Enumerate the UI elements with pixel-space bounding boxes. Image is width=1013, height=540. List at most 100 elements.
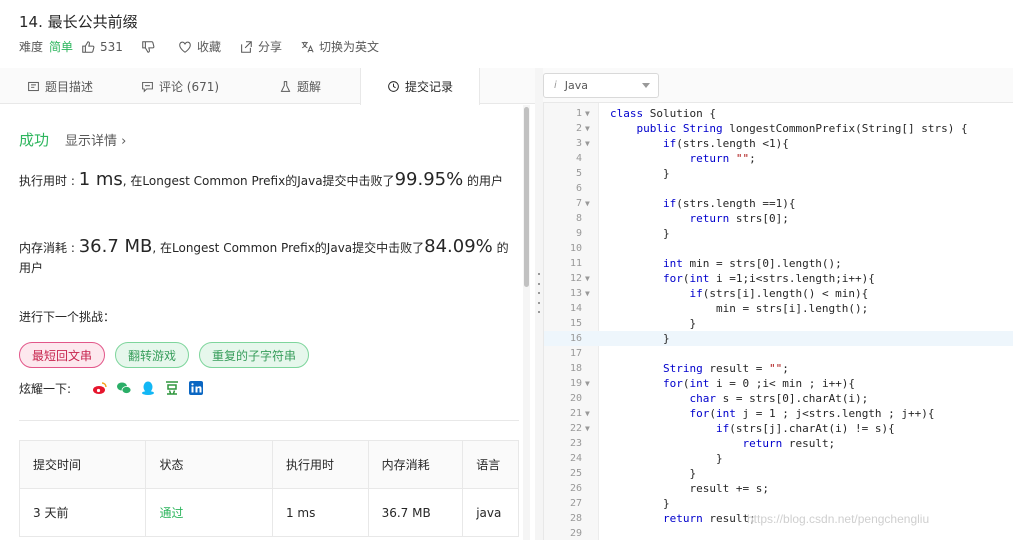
line-number: 12 (569, 273, 582, 284)
qq-icon[interactable] (139, 379, 157, 397)
challenge-list: 最短回文串 翻转游戏 重复的子字符串 (19, 342, 319, 368)
wechat-icon[interactable] (115, 379, 133, 397)
code-line[interactable]: 23 return result; (544, 436, 1013, 451)
code-text: } (610, 332, 670, 345)
thumbs-up-icon (82, 40, 95, 53)
code-line[interactable]: 29 (544, 526, 1013, 540)
line-number: 7 (575, 198, 582, 209)
caret-down-icon (642, 83, 650, 88)
share-button[interactable]: 分享 (239, 38, 282, 55)
line-number: 11 (569, 258, 582, 269)
code-line[interactable]: 4 return ""; (544, 151, 1013, 166)
code-line[interactable]: 8 return strs[0]; (544, 211, 1013, 226)
code-line[interactable]: 14 min = strs[i].length(); (544, 301, 1013, 316)
weibo-icon[interactable] (91, 379, 109, 397)
tab-submissions[interactable]: 提交记录 (360, 68, 480, 105)
code-line[interactable]: 17 (544, 346, 1013, 361)
code-line[interactable]: 2 ▼ public String longestCommonPrefix(Str… (544, 121, 1013, 136)
code-line[interactable]: 12 ▼ for(int i =1;i<strs.length;i++){ (544, 271, 1013, 286)
fold-arrow-icon[interactable]: ▼ (585, 106, 595, 121)
table-row[interactable]: 3 天前 通过 1 ms 36.7 MB java (20, 489, 518, 537)
tab-label: 提交记录 (404, 80, 453, 94)
code-line[interactable]: 5 } (544, 166, 1013, 181)
line-number: 26 (569, 483, 582, 494)
code-line[interactable]: 22 ▼ if(strs[j].charAt(i) != s){ (544, 421, 1013, 436)
language-select[interactable]: i Java (543, 73, 659, 98)
code-text: if(strs[i].length() < min){ (689, 287, 869, 300)
code-line[interactable]: 11 int min = strs[0].length(); (544, 256, 1013, 271)
code-line[interactable]: 16 } (544, 331, 1013, 346)
line-number: 23 (569, 438, 582, 449)
linkedin-icon[interactable] (187, 379, 205, 397)
panel-scrollbar-thumb[interactable] (524, 107, 529, 287)
line-number: 25 (569, 468, 582, 479)
fold-arrow-icon[interactable]: ▼ (585, 286, 595, 301)
section-divider (19, 420, 519, 421)
runtime-value: 1 ms (78, 169, 123, 190)
code-line[interactable]: 9 } (544, 226, 1013, 241)
code-line[interactable]: 13 ▼ if(strs[i].length() < min){ (544, 286, 1013, 301)
next-challenge-label: 进行下一个挑战： (19, 310, 116, 324)
fold-arrow-icon[interactable]: ▼ (585, 121, 595, 136)
code-line[interactable]: 1 ▼ class Solution { (544, 106, 1013, 121)
code-text: } (610, 497, 670, 510)
code-line[interactable]: 19 ▼ for(int i = 0 ;i< min ; i++){ (544, 376, 1013, 391)
fold-arrow-icon[interactable]: ▼ (585, 196, 595, 211)
favorite-button[interactable]: 收藏 (178, 38, 221, 55)
fold-arrow-icon[interactable]: ▼ (585, 406, 595, 421)
code-line[interactable]: 26 result += s; (544, 481, 1013, 496)
code-line[interactable]: 3 ▼ if(strs.length <1){ (544, 136, 1013, 151)
cell-runtime: 1 ms (273, 489, 369, 536)
code-text: int min = strs[0].length(); (662, 257, 842, 270)
fold-arrow-icon[interactable]: ▼ (585, 136, 595, 151)
header-language: 语言 (476, 458, 501, 472)
switch-language-button[interactable]: 切换为英文 (300, 38, 379, 55)
problem-tabs: 题目描述 评论 (671) 题解 提交记录 (0, 68, 535, 105)
challenge-chip-flip-game[interactable]: 翻转游戏 (115, 342, 190, 368)
pane-splitter[interactable] (535, 68, 543, 540)
cell-status-link[interactable]: 通过 (146, 489, 273, 536)
switch-language-label: 切换为英文 (318, 40, 379, 54)
result-status-row: 成功 显示详情 › (19, 129, 126, 150)
code-line[interactable]: 10 (544, 241, 1013, 256)
challenge-chip-repeated-substring[interactable]: 重复的子字符串 (199, 342, 310, 368)
tab-description[interactable]: 题目描述 (0, 68, 120, 104)
clock-icon (388, 81, 399, 92)
tab-solutions[interactable]: 题解 (240, 68, 360, 104)
fold-arrow-icon[interactable]: ▼ (585, 376, 595, 391)
difficulty-badge: 简单 (49, 40, 74, 54)
line-number: 5 (575, 168, 582, 179)
code-line[interactable]: 6 (544, 181, 1013, 196)
fold-arrow-icon[interactable]: ▼ (585, 421, 595, 436)
code-line[interactable]: 7 ▼ if(strs.length ==1){ (544, 196, 1013, 211)
dislike-button[interactable] (141, 40, 160, 54)
memory-value: 36.7 MB (78, 236, 153, 257)
fold-arrow-icon[interactable]: ▼ (585, 271, 595, 286)
douban-icon[interactable] (163, 379, 181, 397)
code-editor[interactable]: 1 ▼ class Solution {2 ▼ public String longe… (543, 103, 1013, 540)
code-text: public String longestCommonPrefix(String… (636, 122, 968, 135)
header-submit-time: 提交时间 (20, 441, 147, 488)
show-details-link[interactable]: 显示详情 › (65, 130, 126, 149)
language-select-value: Java (564, 79, 589, 92)
like-button[interactable]: 531 (81, 40, 123, 54)
challenge-chip-shortest-palindrome[interactable]: 最短回文串 (19, 342, 106, 368)
code-line[interactable]: 21 ▼ for(int j = 1 ; j<strs.length ; j++)… (544, 406, 1013, 421)
header-runtime: 执行用时 (273, 441, 369, 488)
code-text: for(int i =1;i<strs.length;i++){ (662, 272, 875, 285)
code-line[interactable]: 27 } (544, 496, 1013, 511)
tab-label: 题目描述 (44, 79, 93, 94)
favorite-label: 收藏 (196, 40, 221, 54)
cell-memory: 36.7 MB (369, 489, 464, 536)
line-number: 20 (569, 393, 582, 404)
code-line[interactable]: 25 } (544, 466, 1013, 481)
line-number: 9 (575, 228, 582, 239)
header-memory: 内存消耗 (369, 441, 464, 488)
code-line[interactable]: 20 char s = strs[0].charAt(i); (544, 391, 1013, 406)
heart-icon (179, 41, 191, 53)
code-line[interactable]: 24 } (544, 451, 1013, 466)
tab-comments[interactable]: 评论 (671) (120, 68, 240, 104)
code-line[interactable]: 15 } (544, 316, 1013, 331)
code-line[interactable]: 18 String result = ""; (544, 361, 1013, 376)
code-text: return ""; (689, 152, 756, 165)
